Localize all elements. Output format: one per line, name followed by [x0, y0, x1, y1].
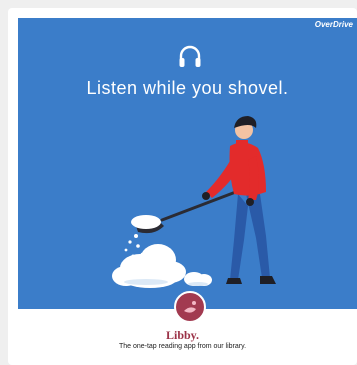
headphones-icon: [179, 45, 201, 67]
overdrive-logo: OverDrive: [314, 20, 353, 29]
promo-banner: OverDrive Listen while you shovel.: [18, 18, 357, 309]
headline: Listen while you shovel.: [86, 78, 289, 98]
libby-logo-icon: [174, 291, 206, 323]
libby-app-name: Libby.: [165, 328, 200, 342]
shoveling-person-illustration: [112, 116, 276, 288]
promo-card: OverDrive Listen while you shovel. Libby…: [8, 8, 357, 365]
libby-tagline: The one-tap reading app from our library…: [118, 343, 247, 350]
